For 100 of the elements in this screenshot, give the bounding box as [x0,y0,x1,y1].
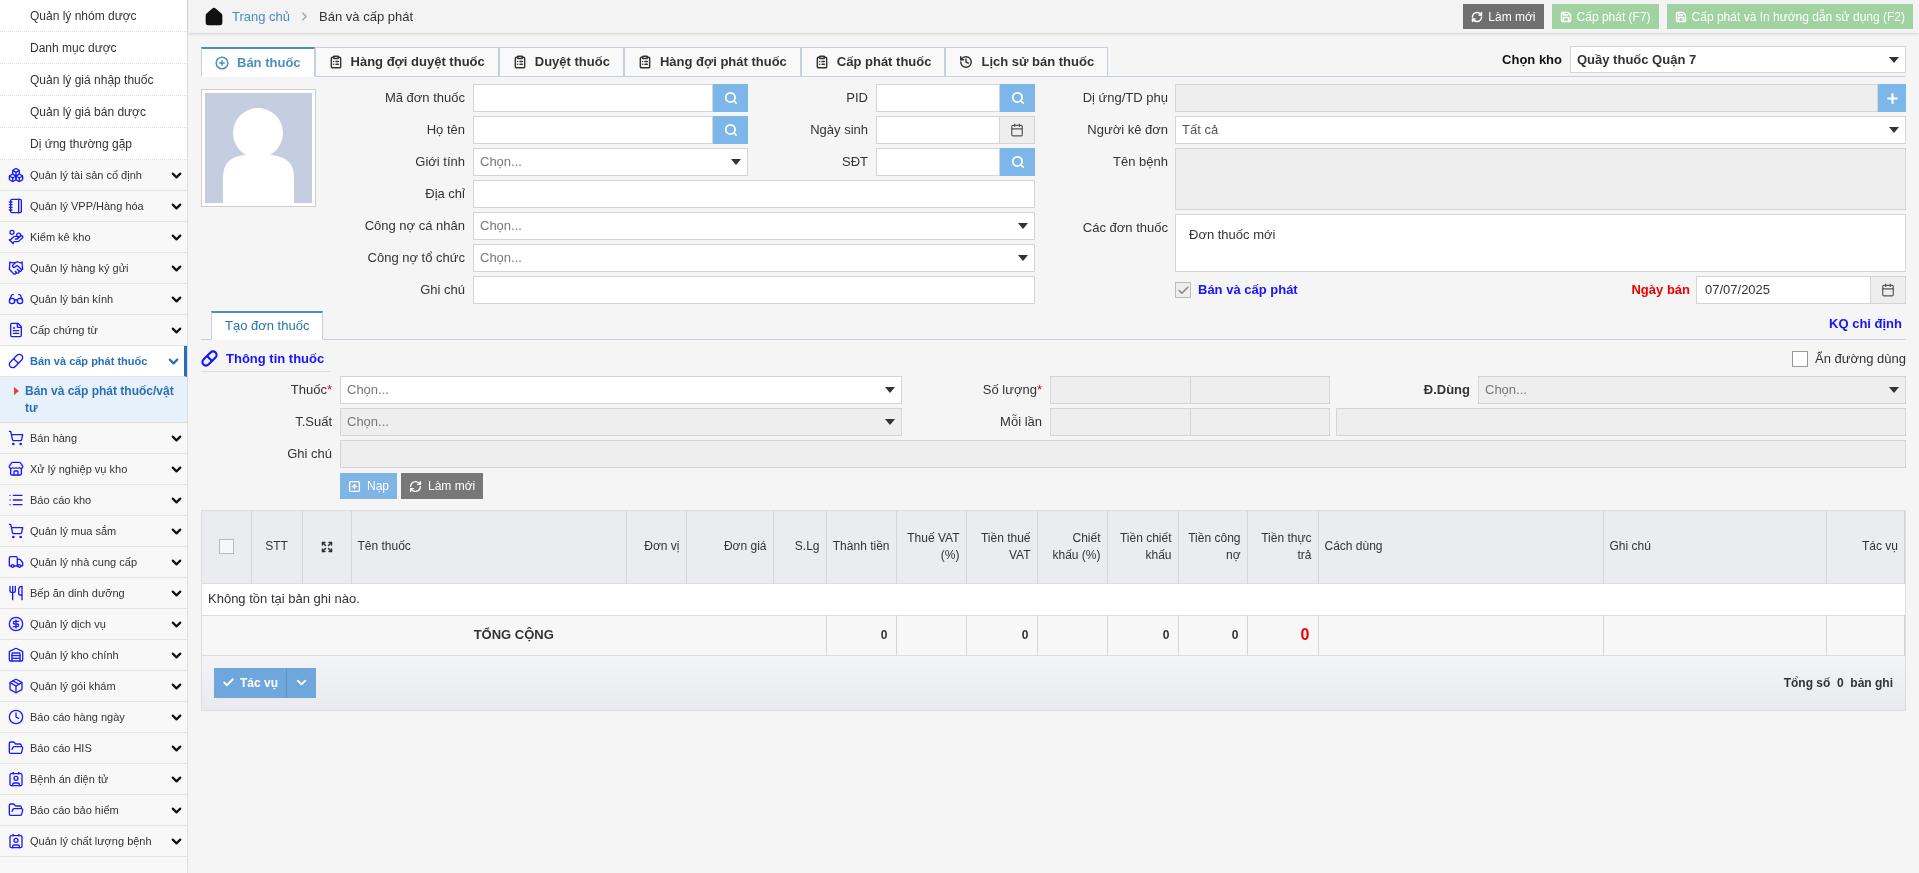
store-icon [8,461,24,477]
calendar-icon [1010,123,1024,137]
search-icon [1010,155,1025,169]
caret-icon [1018,223,1028,229]
submenu-item[interactable]: Quản lý nhóm dược [0,0,187,32]
select-field[interactable]: Chọn... [473,244,1035,272]
field-label: Ngày bán [1631,281,1690,300]
select-field[interactable]: Quầy thuốc Quận 7 [1570,46,1906,73]
total-label: TỔNG CỘNG [473,627,554,643]
caret-icon [1018,255,1028,261]
field-label: Số lượng [982,381,1037,400]
required-mark: * [1036,381,1042,400]
submenu-item[interactable]: Quản lý giá bán dược [0,96,187,128]
save-icon [1559,10,1572,23]
handshake-icon [8,260,24,276]
caret-icon [1889,387,1899,393]
field-label: Tên bệnh [1113,153,1168,172]
submenu-item[interactable]: Bán và cấp phát thuốc/vật tư [0,377,187,423]
search-button[interactable] [713,84,748,112]
tab[interactable]: Duyệt thuốc [498,47,624,77]
search-button[interactable] [713,116,748,144]
input-field[interactable] [473,180,1035,208]
select-field[interactable]: Chọn... [473,212,1035,240]
toolbar-button[interactable]: Làm mới [1463,4,1544,29]
list-icon [8,492,24,508]
field-label: Công nợ tổ chức [367,249,465,268]
contact-card-icon [8,771,24,787]
boxes-icon [8,167,24,183]
table-cell: 0 [1300,626,1310,643]
clipboard-icon [814,55,829,69]
select-field[interactable]: Tất cả [1175,116,1906,144]
field-label: SĐT [842,153,868,172]
section-title: Thông tin thuốc [226,349,325,368]
search-button[interactable] [1000,148,1035,176]
home-icon[interactable] [204,6,224,27]
hand-coins-icon [8,229,24,245]
input-field[interactable] [876,148,1000,176]
caret-icon [1889,56,1899,63]
input-field[interactable] [473,84,713,112]
input-field[interactable] [473,276,1035,304]
input-field[interactable] [1190,376,1330,404]
column-header: STT [265,539,288,554]
submenu-item[interactable]: Danh mục dược [0,32,187,64]
column-header: Tiền thực trả [1261,530,1312,562]
cart-icon [8,523,24,539]
sidebar-item[interactable]: Bán và cấp phát thuốc [0,346,187,377]
checkbox[interactable] [1792,351,1809,367]
column-header: Tiền chiết khấu [1119,530,1172,562]
folder-icon [8,802,24,818]
checkbox-label: Ẩn đường dùng [1815,350,1906,369]
column-header: Đơn vị [644,539,680,554]
field-label: Họ tên [426,121,465,140]
select-field[interactable]: Chọn... [340,376,902,404]
tab[interactable]: Lịch sử bán thuốc [945,47,1109,77]
glasses-icon [8,291,24,307]
input-field[interactable] [473,116,713,144]
tab[interactable]: Hàng đợi duyệt thuốc [314,47,499,77]
list-item[interactable]: Đơn thuốc mới [1189,225,1892,245]
clipboard-icon [512,55,527,69]
search-button[interactable] [1000,84,1035,112]
calendar-icon [1881,283,1895,297]
checkbox[interactable] [218,539,234,555]
input-field[interactable] [1190,408,1330,436]
table-cell: 0 [880,628,888,642]
tab[interactable]: Cấp phát thuốc [800,47,946,77]
arrow-marker-icon [14,387,19,395]
folder-icon [8,740,24,756]
clipboard-icon [637,55,652,69]
add-button[interactable] [1878,84,1906,112]
checkbox[interactable] [1175,282,1191,298]
calendar-button[interactable] [1871,276,1906,304]
input-field[interactable] [876,116,1000,144]
select-field[interactable]: Chọn... [473,148,748,176]
tab[interactable]: Tạo đơn thuốc [211,311,324,340]
notebook-icon [8,198,24,214]
search-icon [723,123,738,137]
field-label: Công nợ cá nhân [364,217,465,236]
clipboard-icon [328,55,343,69]
table-cell: 0 [1231,628,1239,642]
refresh-icon [409,479,422,493]
calendar-button[interactable] [1000,116,1035,144]
table-cell: 0 [1162,628,1170,642]
input-field[interactable] [1336,408,1906,436]
tab[interactable]: Bán thuốc [201,47,315,77]
plus-circle-icon [215,55,229,70]
input-field[interactable] [876,84,1000,112]
result-link[interactable]: KQ chỉ định [1829,313,1906,339]
form-button[interactable]: Làm mới [401,473,484,499]
field-label: Thuốc [290,381,327,400]
input-field[interactable]: 07/07/2025 [1696,276,1871,304]
column-header: Tiền công nợ [1188,530,1241,562]
submenu-item[interactable]: Dị ứng thường gặp [0,128,187,160]
column-header: Chiết khấu (%) [1052,530,1101,562]
tab[interactable]: Hàng đợi phát thuốc [623,47,801,77]
submenu-item[interactable]: Quản lý giá nhập thuốc [0,64,187,96]
expand-icon[interactable] [320,540,333,553]
field-label: Giới tính [415,153,465,172]
field-label: PID [846,89,868,108]
field-label: Địa chỉ [425,185,465,204]
contact-card-icon [8,833,24,849]
